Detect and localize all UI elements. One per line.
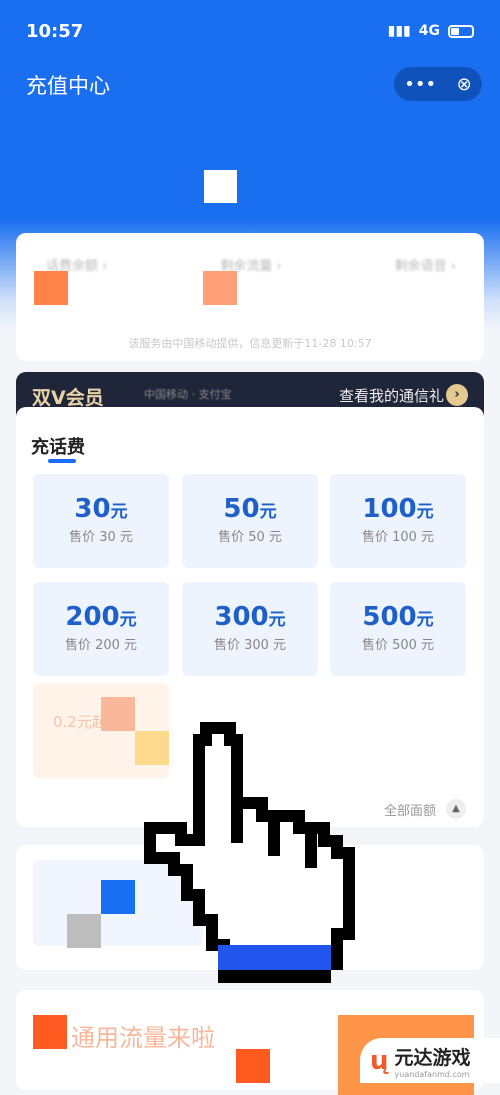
watermark: ų 元达游戏 yuandafanmd.com <box>360 1038 500 1083</box>
watermark-name: 元达游戏 <box>394 1046 471 1069</box>
watermark-logo-icon: ų <box>370 1045 389 1076</box>
pointer-hand-icon <box>144 722 355 983</box>
watermark-url: yuandafanmd.com <box>394 1069 470 1079</box>
